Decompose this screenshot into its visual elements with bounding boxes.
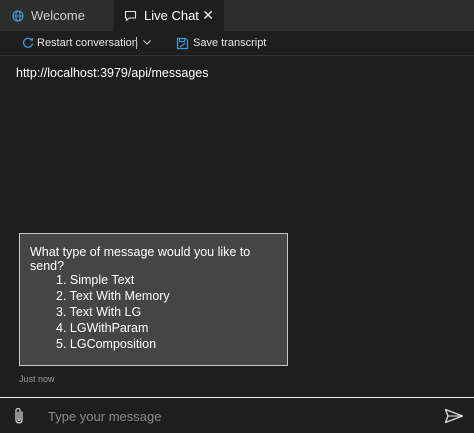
list-item: 2. Text With Memory: [56, 289, 170, 303]
restart-conversation-label: Restart conversation: [37, 37, 138, 49]
message-input-bar: [0, 397, 474, 433]
close-icon[interactable]: ✕: [202, 7, 214, 23]
chat-toolbar: Restart conversation Save transcript: [0, 31, 474, 56]
save-transcript-icon: [176, 37, 189, 49]
list-item: 1. Simple Text: [56, 273, 135, 287]
paperclip-icon[interactable]: [11, 406, 27, 426]
save-transcript-label: Save transcript: [193, 37, 267, 49]
option-list: 1. Simple Text 2. Text With Memory 3. Te…: [56, 272, 170, 352]
save-transcript-button[interactable]: Save transcript: [176, 31, 266, 55]
tab-live-chat[interactable]: Live Chat ✕: [114, 0, 224, 31]
message-input[interactable]: [44, 406, 432, 426]
tab-welcome[interactable]: Welcome: [0, 0, 113, 31]
tab-welcome-label: Welcome: [31, 8, 85, 23]
toolbar-divider: [136, 37, 137, 49]
restart-icon: [22, 37, 34, 48]
tab-bar: Welcome Live Chat ✕: [0, 0, 474, 31]
restart-conversation-button[interactable]: Restart conversation: [22, 31, 138, 55]
message-timestamp: Just now: [19, 374, 55, 384]
list-item: 3. Text With LG: [56, 305, 142, 319]
list-item: 4. LGWithParam: [56, 321, 149, 335]
chevron-down-icon[interactable]: [142, 37, 152, 47]
bot-message-card: What type of message would you like to s…: [19, 233, 288, 366]
tab-live-chat-label: Live Chat: [144, 8, 199, 23]
list-item: 5. LGComposition: [56, 337, 157, 351]
send-icon[interactable]: [444, 408, 464, 424]
bot-message-question: What type of message would you like to s…: [30, 245, 251, 273]
chat-icon: [124, 10, 137, 21]
globe-icon: [12, 9, 24, 22]
endpoint-url: http://localhost:3979/api/messages: [16, 66, 209, 80]
